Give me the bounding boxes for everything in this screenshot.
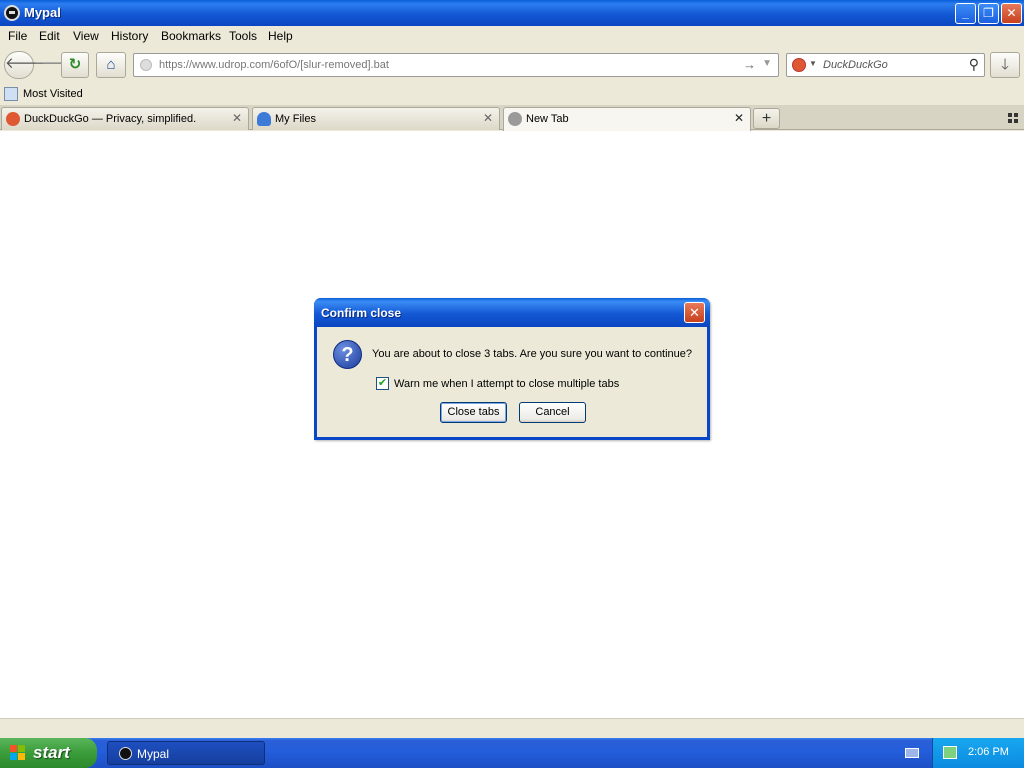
dialog-message: You are about to close 3 tabs. Are you s… bbox=[372, 348, 693, 360]
tab-groups-grid-icon[interactable] bbox=[1008, 113, 1018, 123]
close-tabs-button[interactable]: Close tabs bbox=[440, 402, 507, 423]
restore-button[interactable]: ❐ bbox=[978, 3, 999, 24]
mypal-task-icon bbox=[119, 747, 132, 760]
duckduckgo-icon bbox=[6, 112, 20, 126]
status-bar bbox=[0, 718, 1024, 738]
network-icon[interactable] bbox=[943, 746, 957, 759]
search-bar[interactable]: ▼ DuckDuckGo ⚲ bbox=[786, 53, 985, 77]
bookmarks-toolbar: Most Visited bbox=[0, 84, 1024, 105]
bookmark-most-visited[interactable]: Most Visited bbox=[23, 88, 83, 100]
forward-arrow-icon[interactable]: 🡒 bbox=[34, 52, 74, 78]
menu-history[interactable]: History bbox=[111, 29, 148, 43]
window-close-button[interactable]: ✕ bbox=[1001, 3, 1022, 24]
url-text[interactable]: https://www.udrop.com/6ofO/[slur-removed… bbox=[159, 59, 389, 71]
mypal-app-icon bbox=[4, 5, 20, 21]
back-arrow-icon[interactable]: 🡐 bbox=[4, 51, 45, 79]
new-tab-plus-icon[interactable]: + bbox=[753, 108, 780, 129]
start-label: start bbox=[33, 743, 70, 762]
menu-edit[interactable]: Edit bbox=[39, 29, 60, 43]
url-bar[interactable]: https://www.udrop.com/6ofO/[slur-removed… bbox=[133, 53, 779, 77]
most-visited-folder-icon[interactable] bbox=[4, 87, 18, 101]
menu-file[interactable]: File bbox=[8, 29, 27, 43]
taskbar-item-label: Mypal bbox=[137, 747, 170, 761]
search-placeholder[interactable]: DuckDuckGo bbox=[823, 59, 888, 71]
navigation-toolbar: 🡐 🡒 ↻ ⌂ https://www.udrop.com/6ofO/[slur… bbox=[0, 46, 1024, 84]
start-button[interactable]: start bbox=[0, 738, 97, 768]
search-icon[interactable]: ⚲ bbox=[969, 56, 979, 73]
menu-view[interactable]: View bbox=[73, 29, 99, 43]
duckduckgo-engine-icon[interactable] bbox=[792, 58, 806, 72]
warn-checkbox-label[interactable]: Warn me when I attempt to close multiple… bbox=[394, 378, 619, 390]
tab-new-tab[interactable]: New Tab ✕ bbox=[503, 107, 751, 131]
dialog-close-icon[interactable]: ✕ bbox=[684, 302, 705, 323]
taskbar: start Mypal 2:06 PM bbox=[0, 738, 1024, 768]
site-identity-icon[interactable] bbox=[140, 59, 152, 71]
taskbar-item-mypal[interactable]: Mypal bbox=[107, 741, 265, 765]
system-tray: 2:06 PM bbox=[932, 738, 1024, 768]
reload-icon[interactable]: ↻ bbox=[61, 52, 89, 78]
home-icon[interactable]: ⌂ bbox=[96, 52, 126, 78]
menu-tools[interactable]: Tools bbox=[229, 29, 257, 43]
tab-label[interactable]: New Tab bbox=[526, 113, 569, 125]
globe-icon bbox=[508, 112, 522, 126]
question-icon: ? bbox=[333, 340, 362, 369]
dialog-title: Confirm close bbox=[321, 306, 402, 320]
tab-close-icon[interactable]: ✕ bbox=[232, 111, 242, 125]
warn-checkbox[interactable]: ✔ bbox=[376, 377, 389, 390]
dialog-titlebar[interactable]: Confirm close ✕ bbox=[314, 298, 710, 327]
url-dropdown-icon[interactable]: ▼ bbox=[762, 58, 772, 69]
cancel-button[interactable]: Cancel bbox=[519, 402, 586, 423]
tab-label[interactable]: My Files bbox=[275, 113, 316, 125]
tab-close-icon[interactable]: ✕ bbox=[483, 111, 493, 125]
menu-help[interactable]: Help bbox=[268, 29, 293, 43]
confirm-close-dialog: Confirm close ✕ ? You are about to close… bbox=[314, 298, 710, 440]
menu-bar: File Edit View History Bookmarks Tools H… bbox=[0, 26, 1024, 46]
windows-flag-icon bbox=[10, 745, 26, 761]
tab-my-files[interactable]: My Files ✕ bbox=[252, 107, 500, 130]
window-titlebar[interactable]: Mypal _ ❐ ✕ bbox=[0, 0, 1024, 26]
go-arrow-icon[interactable]: → bbox=[743, 57, 756, 72]
minimize-button[interactable]: _ bbox=[955, 3, 976, 24]
cloud-icon bbox=[257, 112, 271, 126]
menu-bookmarks[interactable]: Bookmarks bbox=[161, 29, 221, 43]
tab-duckduckgo[interactable]: DuckDuckGo — Privacy, simplified. ✕ bbox=[1, 107, 249, 130]
keyboard-icon[interactable] bbox=[905, 748, 919, 758]
download-arrow-icon[interactable]: 🡓 bbox=[990, 52, 1020, 78]
tab-label[interactable]: DuckDuckGo — Privacy, simplified. bbox=[24, 113, 196, 125]
tab-close-icon[interactable]: ✕ bbox=[734, 111, 744, 125]
clock[interactable]: 2:06 PM bbox=[968, 746, 1009, 758]
window-title: Mypal bbox=[24, 5, 61, 20]
engine-dropdown-icon[interactable]: ▼ bbox=[809, 59, 817, 68]
tab-strip: DuckDuckGo — Privacy, simplified. ✕ My F… bbox=[0, 105, 1024, 131]
